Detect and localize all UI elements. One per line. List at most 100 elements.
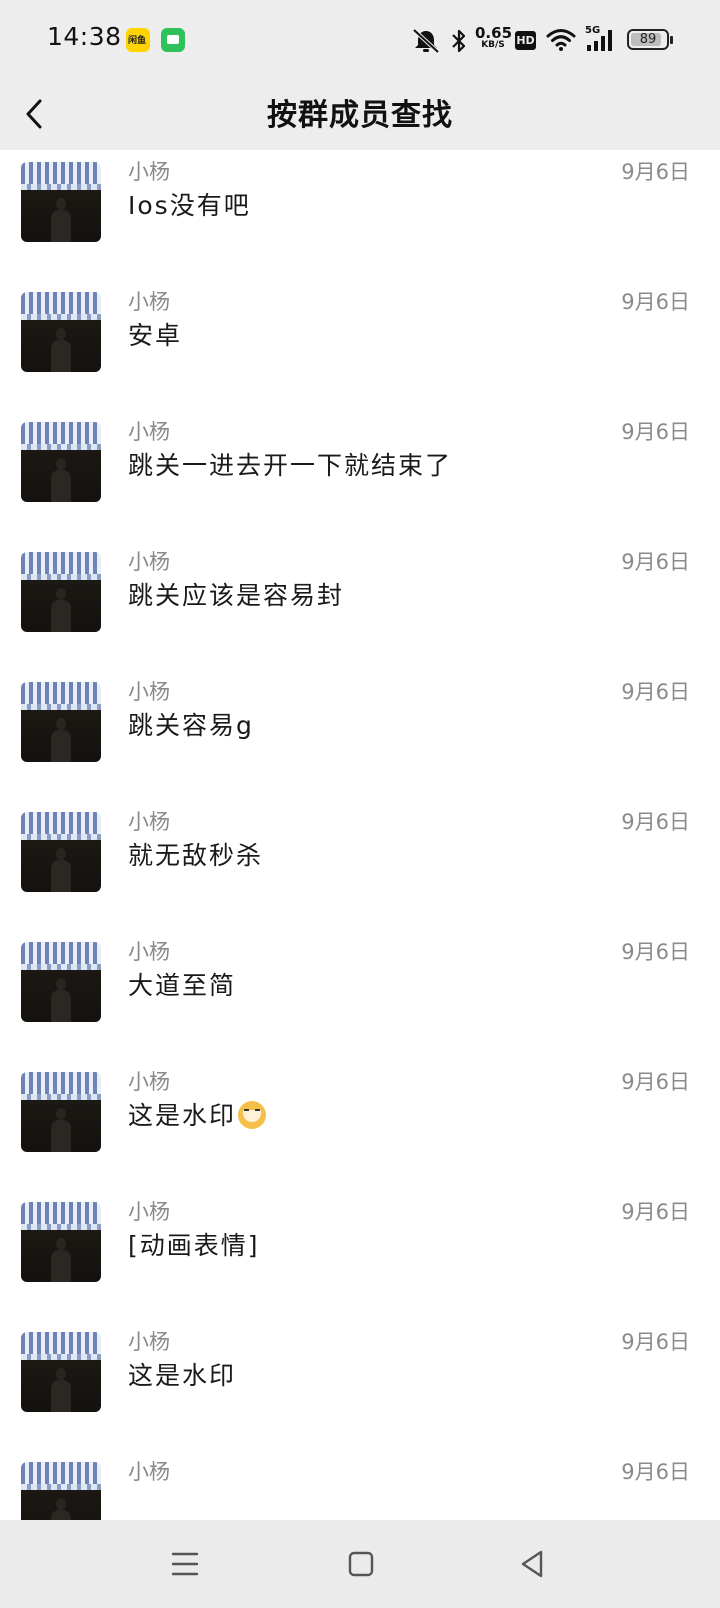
sender-name: 小杨 (128, 680, 170, 704)
xianyu-app-icon (126, 28, 150, 52)
message-row[interactable]: 小杨 9月6日 (0, 1454, 720, 1520)
avatar-awning (21, 1072, 101, 1100)
menu-button[interactable] (161, 1540, 209, 1588)
avatar-awning (21, 292, 101, 320)
avatar-awning (21, 422, 101, 450)
avatar-figure (51, 1108, 71, 1152)
message-row[interactable]: 小杨 9月6日 大道至简 (0, 934, 720, 1067)
message-row[interactable]: 小杨 9月6日 安卓 (0, 284, 720, 417)
message-text: 跳关应该是容易封 (128, 576, 344, 612)
avatar[interactable] (21, 1202, 101, 1282)
message-row[interactable]: 小杨 9月6日 这是水印 (0, 1064, 720, 1197)
title-bar: 按群成员查找 (0, 78, 720, 150)
status-time: 14:38 (47, 22, 122, 51)
mute-bell-icon (412, 28, 440, 54)
menu-icon (171, 1552, 199, 1576)
avatar-figure (51, 198, 71, 242)
message-text: 安卓 (128, 316, 182, 352)
message-date: 9月6日 (621, 1330, 690, 1354)
sender-name: 小杨 (128, 160, 170, 184)
message-date: 9月6日 (621, 290, 690, 314)
chat-app-icon (161, 28, 185, 52)
avatar-awning (21, 942, 101, 970)
message-text-content: [动画表情] (128, 1231, 260, 1260)
sender-name: 小杨 (128, 1070, 170, 1094)
sender-name: 小杨 (128, 1460, 170, 1484)
avatar[interactable] (21, 812, 101, 892)
home-square-icon (348, 1551, 374, 1577)
sender-name: 小杨 (128, 550, 170, 574)
avatar-awning (21, 1202, 101, 1230)
avatar[interactable] (21, 552, 101, 632)
message-date: 9月6日 (621, 420, 690, 444)
message-text-content: 跳关一进去开一下就结束了 (128, 451, 453, 480)
avatar-figure (51, 1368, 71, 1412)
avatar[interactable] (21, 422, 101, 502)
avatar[interactable] (21, 682, 101, 762)
avatar[interactable] (21, 292, 101, 372)
avatar-figure (51, 1498, 71, 1520)
sender-name: 小杨 (128, 810, 170, 834)
avatar[interactable] (21, 942, 101, 1022)
message-text: 跳关容易g (128, 706, 254, 742)
sender-name: 小杨 (128, 1200, 170, 1224)
avatar-awning (21, 1332, 101, 1360)
cellular-signal-icon: 5G (585, 26, 619, 54)
message-text: 这是水印 (128, 1356, 236, 1392)
status-bar: 14:38 0.65 KB/S HD 5G 89 (0, 0, 720, 78)
message-row[interactable]: 小杨 9月6日 跳关容易g (0, 674, 720, 807)
network-speed: 0.65 KB/S (475, 26, 512, 51)
avatar-awning (21, 812, 101, 840)
avatar-awning (21, 682, 101, 710)
sender-name: 小杨 (128, 940, 170, 964)
message-date: 9月6日 (621, 1460, 690, 1484)
message-text-content: Ios没有吧 (128, 191, 251, 220)
battery-icon: 89 (627, 29, 673, 50)
message-row[interactable]: 小杨 9月6日 Ios没有吧 (0, 154, 720, 287)
message-list[interactable]: 小杨 9月6日 Ios没有吧 小杨 9月6日 安卓 小杨 9月6日 跳关一进去开… (0, 150, 720, 1520)
message-text-content: 大道至简 (128, 971, 237, 1000)
avatar[interactable] (21, 1462, 101, 1520)
battery-level-text: 89 (639, 32, 657, 47)
page-title: 按群成员查找 (267, 98, 453, 133)
back-nav-button[interactable] (509, 1540, 557, 1588)
avatar-awning (21, 1462, 101, 1490)
avatar-figure (51, 328, 71, 372)
message-date: 9月6日 (621, 680, 690, 704)
message-text-content: 跳关容易g (128, 711, 254, 740)
avatar-figure (51, 978, 71, 1022)
avatar-figure (51, 458, 71, 502)
avatar-awning (21, 162, 101, 190)
system-nav-bar (0, 1520, 720, 1608)
avatar-figure (51, 588, 71, 632)
message-date: 9月6日 (621, 1070, 690, 1094)
avatar-figure (51, 848, 71, 892)
message-text-content: 就无敌秒杀 (128, 841, 264, 870)
hd-badge: HD (515, 31, 536, 50)
back-triangle-icon (521, 1550, 543, 1578)
home-button[interactable] (337, 1540, 385, 1588)
sender-name: 小杨 (128, 290, 170, 314)
message-text-content: 这是水印 (128, 1361, 237, 1390)
message-date: 9月6日 (621, 1200, 690, 1224)
avatar[interactable] (21, 1072, 101, 1152)
avatar-figure (51, 718, 71, 762)
sender-name: 小杨 (128, 1330, 170, 1354)
avatar[interactable] (21, 1332, 101, 1412)
message-text: 就无敌秒杀 (128, 836, 263, 872)
message-row[interactable]: 小杨 9月6日 跳关应该是容易封 (0, 544, 720, 677)
message-text: 这是水印 (128, 1096, 267, 1132)
cat-face-emoji (238, 1101, 267, 1129)
message-text-content: 安卓 (128, 321, 183, 350)
avatar-awning (21, 552, 101, 580)
message-text-content: 跳关应该是容易封 (128, 581, 345, 610)
message-row[interactable]: 小杨 9月6日 这是水印 (0, 1324, 720, 1457)
message-text: Ios没有吧 (128, 186, 251, 222)
message-row[interactable]: 小杨 9月6日 [动画表情] (0, 1194, 720, 1327)
bluetooth-icon (452, 29, 466, 53)
message-row[interactable]: 小杨 9月6日 跳关一进去开一下就结束了 (0, 414, 720, 547)
avatar[interactable] (21, 162, 101, 242)
message-date: 9月6日 (621, 940, 690, 964)
message-row[interactable]: 小杨 9月6日 就无敌秒杀 (0, 804, 720, 937)
message-date: 9月6日 (621, 810, 690, 834)
